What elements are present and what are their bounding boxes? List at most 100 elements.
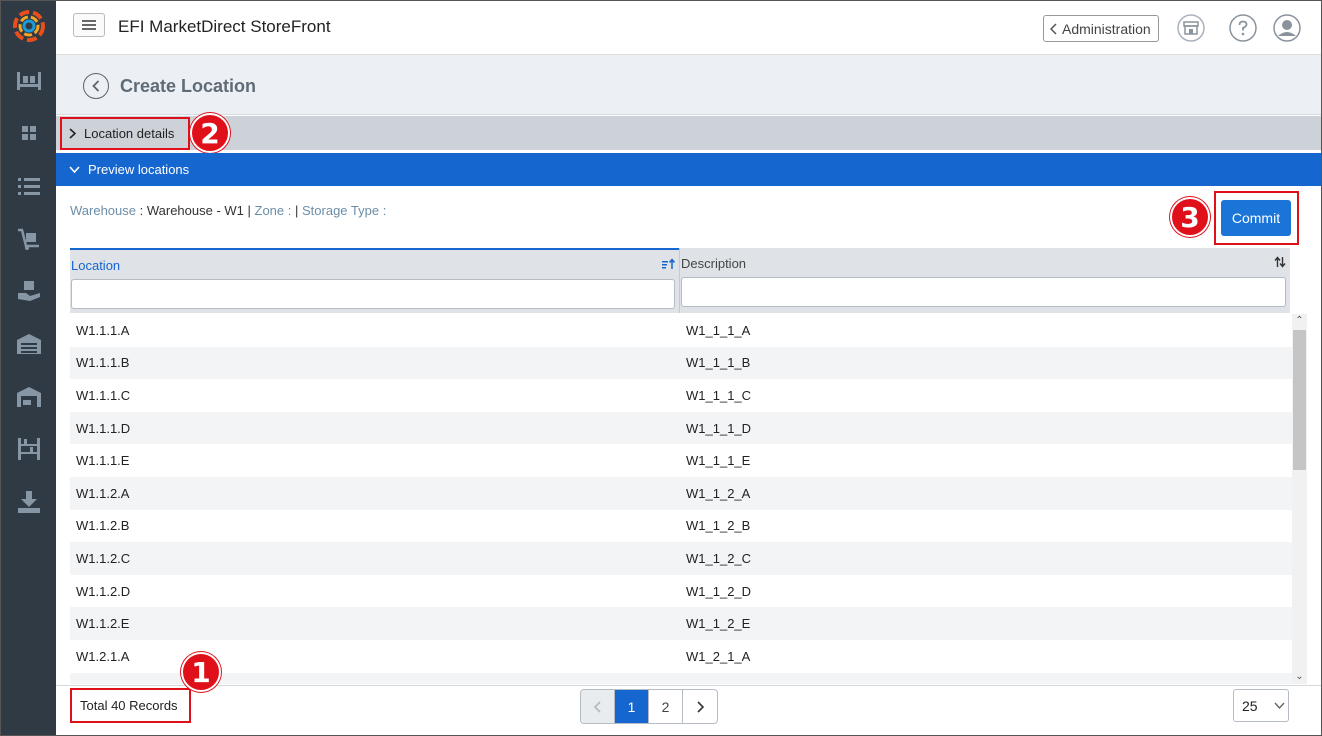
- table-row[interactable]: W1.2.1.BW1_2_1_B: [70, 672, 1292, 684]
- pallets-icon[interactable]: [16, 69, 42, 93]
- filter-summary: Warehouse : Warehouse - W1 | Zone : | St…: [70, 203, 386, 218]
- annotation-badge-1: 1: [181, 652, 221, 692]
- previous-page-button[interactable]: [581, 690, 615, 723]
- storage-type-label: Storage Type: [302, 203, 380, 218]
- cell-description: W1_1_2_C: [686, 550, 752, 566]
- annotation-badge-2: 2: [190, 113, 230, 153]
- cell-description: W1_1_1_D: [686, 420, 752, 436]
- efi-logo: [13, 10, 45, 42]
- chevron-left-icon: [1050, 22, 1057, 35]
- cell-location: W1.2.1.A: [76, 648, 130, 664]
- chevron-left-icon: [92, 80, 100, 92]
- page-button-2[interactable]: 2: [649, 690, 683, 723]
- administration-button[interactable]: Administration: [1043, 15, 1159, 42]
- chevron-down-icon: [1274, 702, 1285, 709]
- table-row[interactable]: W1.1.2.D W1_1_2_D: [70, 575, 1292, 608]
- next-page-button[interactable]: [683, 690, 717, 723]
- app-window: EFI MarketDirect StoreFront Administrati…: [0, 0, 1322, 736]
- garage-icon[interactable]: [16, 385, 42, 409]
- store-icon[interactable]: [1177, 14, 1205, 42]
- table-row[interactable]: W1.1.1.A W1_1_1_A: [70, 314, 1292, 347]
- column-header-description[interactable]: Description: [679, 248, 1290, 313]
- column-title-location: Location: [71, 258, 121, 273]
- column-header-location[interactable]: Location: [70, 248, 679, 313]
- cart-dolly-icon[interactable]: [16, 227, 42, 251]
- scrollbar-thumb[interactable]: [1293, 330, 1306, 470]
- column-title-description: Description: [681, 256, 747, 271]
- preview-locations-header[interactable]: Preview locations: [69, 162, 189, 177]
- package-hand-icon[interactable]: [16, 279, 42, 303]
- page-title: Create Location: [120, 76, 257, 96]
- vertical-scrollbar[interactable]: ⌃ ⌄: [1292, 314, 1307, 684]
- scroll-down-icon[interactable]: ⌄: [1292, 670, 1307, 684]
- location-filter-input[interactable]: [71, 279, 675, 309]
- hamburger-menu-button[interactable]: [73, 13, 105, 37]
- page-size-select[interactable]: 25: [1233, 689, 1289, 722]
- cell-location: W1.1.2.B: [76, 518, 130, 534]
- apps-grid-icon[interactable]: [16, 122, 42, 146]
- warehouse-value: Warehouse - W1: [146, 203, 244, 218]
- help-icon[interactable]: [1229, 14, 1257, 42]
- table-row[interactable]: W1.1.2.A W1_1_2_A: [70, 476, 1292, 510]
- commit-button[interactable]: Commit: [1221, 200, 1291, 236]
- cell-location: W1.1.1.E: [76, 453, 130, 469]
- cell-description: W1_1_2_E: [686, 616, 751, 632]
- total-records: Total 40 Records: [80, 698, 178, 713]
- hamburger-icon: [82, 20, 96, 30]
- table-row[interactable]: W1.1.2.E W1_1_2_E: [70, 607, 1292, 640]
- table-row[interactable]: W1.1.1.E W1_1_1_E: [70, 444, 1292, 477]
- grid-body: W1.1.1.A W1_1_1_A W1.1.1.B W1_1_1_B W1.1.1.C…: [70, 314, 1292, 684]
- table-row[interactable]: W1.1.2.B W1_1_2_B: [70, 510, 1292, 543]
- description-filter-input[interactable]: [681, 277, 1286, 307]
- user-icon[interactable]: [1273, 14, 1301, 42]
- cell-description: W1_1_2_B: [686, 518, 751, 534]
- page-button-1[interactable]: 1: [615, 690, 649, 723]
- table-row[interactable]: W1.1.1.B W1_1_1_B: [70, 346, 1292, 380]
- cell-description: W1_2_1_B: [680, 681, 750, 684]
- separator: |: [291, 203, 302, 218]
- back-button[interactable]: [83, 73, 109, 99]
- sort-toggle-icon[interactable]: [1274, 256, 1286, 271]
- table-row[interactable]: W1.1.1.D W1_1_1_D: [70, 411, 1292, 445]
- chevron-right-icon: [696, 700, 704, 713]
- cell-description: W1_2_1_A: [686, 648, 751, 664]
- shelving-icon[interactable]: [16, 437, 42, 461]
- table-row[interactable]: W1.1.2.C W1_1_2_C: [70, 542, 1292, 575]
- cell-description: W1_1_2_A: [686, 485, 751, 501]
- administration-label: Administration: [1062, 20, 1151, 37]
- cell-location: W1.2.1.B: [70, 681, 680, 684]
- top-bar: EFI MarketDirect StoreFront Administrati…: [56, 1, 1321, 55]
- separator: :: [379, 203, 387, 218]
- separator: |: [243, 203, 255, 218]
- download-icon[interactable]: [16, 490, 42, 514]
- cell-description: W1_1_1_E: [686, 453, 751, 469]
- pagination: 1 2: [580, 689, 718, 724]
- warehouse-icon[interactable]: [16, 332, 42, 356]
- list-icon[interactable]: [16, 174, 42, 198]
- table-row[interactable]: W1.2.1.A W1_2_1_A: [70, 640, 1292, 673]
- scroll-up-icon[interactable]: ⌃: [1292, 314, 1307, 328]
- cell-description: W1_1_1_A: [686, 322, 751, 338]
- page-header: Create Location: [56, 55, 1321, 115]
- zone-label: Zone: [254, 203, 285, 218]
- sort-ascending-icon[interactable]: [662, 258, 676, 273]
- preview-locations-section[interactable]: Preview locations: [56, 153, 1321, 186]
- table-row[interactable]: W1.1.1.C W1_1_1_C: [70, 379, 1292, 412]
- location-details-section[interactable]: Location details: [56, 116, 1321, 150]
- cell-location: W1.1.1.D: [76, 420, 131, 436]
- annotation-badge-3: 3: [1170, 197, 1210, 237]
- warehouse-label: Warehouse: [70, 203, 136, 218]
- page-size-value: 25: [1242, 697, 1258, 714]
- cell-location: W1.1.1.B: [76, 355, 130, 371]
- footer-divider: [56, 685, 1321, 686]
- sidebar: [1, 1, 56, 735]
- separator: :: [136, 203, 147, 218]
- cell-description: W1_1_2_D: [686, 583, 752, 599]
- cell-location: W1.1.2.E: [76, 616, 130, 632]
- chevron-left-icon: [594, 700, 601, 713]
- annotation-box-2: [60, 117, 190, 150]
- preview-locations-label: Preview locations: [88, 162, 190, 177]
- chevron-down-icon: [69, 166, 80, 173]
- cell-location: W1.1.2.D: [76, 583, 131, 599]
- cell-location: W1.1.2.A: [76, 485, 130, 501]
